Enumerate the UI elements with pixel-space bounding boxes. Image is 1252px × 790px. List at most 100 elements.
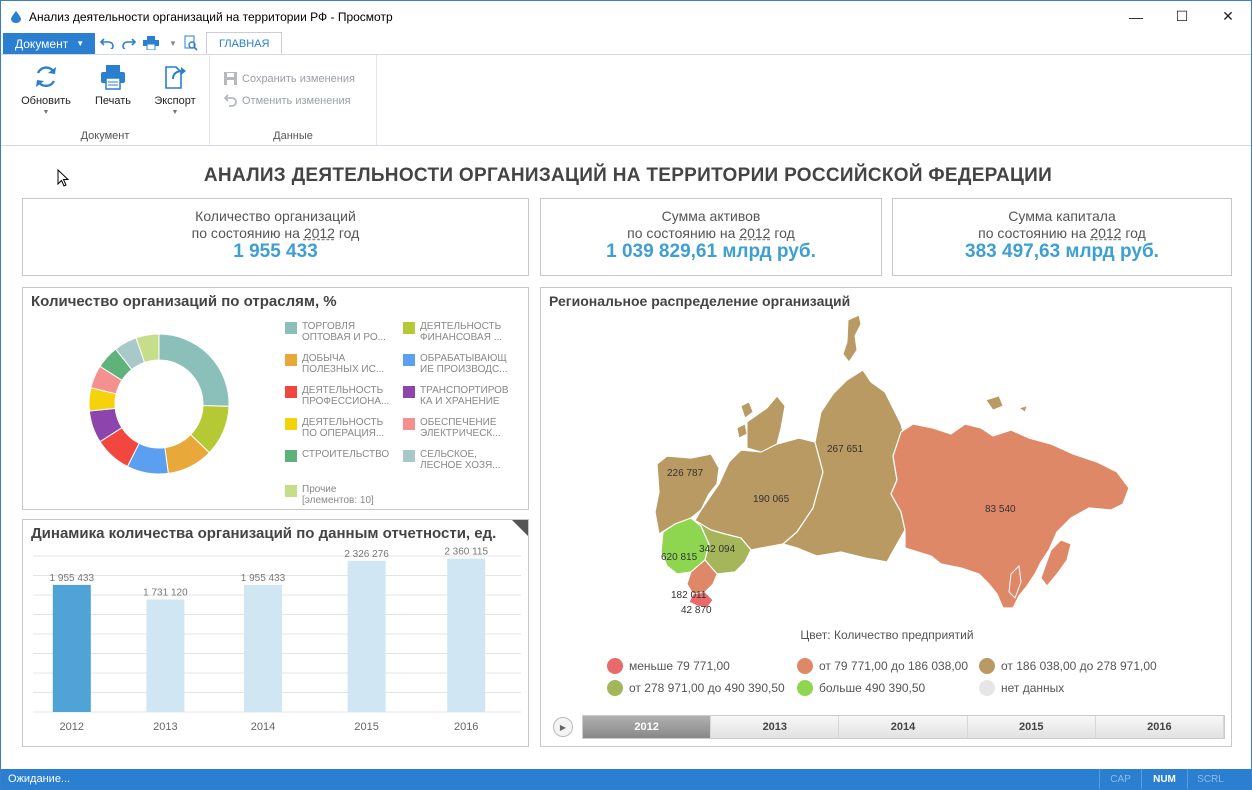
legend-label: СТРОИТЕЛЬСТВО [302,449,390,460]
timeline-year-2013[interactable]: 2013 [711,716,840,738]
kpi-year[interactable]: 2012 [739,225,770,241]
preview-icon[interactable] [181,34,201,52]
ribbon-group-data-label: Данные [273,130,313,142]
chevron-down-icon: ▼ [42,109,50,116]
kpi-card-organizations: Количество организаций по состоянию на 2… [22,198,529,276]
legend-item[interactable]: ДЕЯТЕЛЬНОСТЬ ФИНАНСОВАЯ ... [403,321,502,343]
window-title: Анализ деятельности организаций на терри… [29,9,393,24]
legend-swatch [285,485,297,497]
legend-label: ТОРГОВЛЯ ОПТОВАЯ И РО... [302,321,386,343]
legend-dot-icon [797,680,813,696]
kpi-year[interactable]: 2012 [1090,225,1121,241]
map-legend-label: от 186 038,00 до 278 971,00 [1001,659,1157,673]
cancel-changes-button[interactable]: Отменить изменения [224,94,351,107]
kpi-label: Сумма активов [661,208,761,224]
bar-value-label: 1 955 433 [50,573,95,584]
legend-dot-icon [797,658,813,674]
timeline-year-2016[interactable]: 2016 [1096,716,1225,738]
legend-swatch [285,386,297,398]
save-changes-button[interactable]: Сохранить изменения [224,72,355,85]
legend-item[interactable]: ОБРАБАТЫВАЮЩ ИЕ ПРОИЗВОДС... [403,353,508,375]
legend-item[interactable]: ДЕЯТЕЛЬНОСТЬ ПРОФЕССИОНА... [285,385,389,407]
bar[interactable] [146,599,185,712]
map-legend-item[interactable]: от 278 971,00 до 490 390,50 [607,680,785,696]
legend-item[interactable]: Прочие [элементов: 10] [285,484,374,506]
dynamics-bar-chart: 1 955 433 2012 1 731 120 2013 1 955 433 2014 2… [33,547,521,733]
legend-swatch [403,354,415,366]
legend-item[interactable]: СТРОИТЕЛЬСТВО [285,449,389,462]
ribbon-panel: Обновить ▼ Печать Экспорт ▼ Документ Сох… [1,54,1251,146]
dynamics-title: Динамика количества организаций по данны… [31,525,497,542]
print-quick-icon[interactable] [141,34,161,52]
map-legend-item[interactable]: от 79 771,00 до 186 038,00 [797,658,968,674]
legend-swatch [403,322,415,334]
bar[interactable] [347,560,386,712]
refresh-button[interactable]: Обновить ▼ [16,63,76,116]
bar-value-label: 2 360 115 [444,547,488,558]
legend-item[interactable]: ОБЕСПЕЧЕНИЕ ЭЛЕКТРИЧЕСК... [403,417,501,439]
map-legend-item[interactable]: нет данных [979,680,1064,696]
panel-corner-marker[interactable] [512,520,528,536]
bar[interactable] [244,584,282,712]
close-button[interactable]: ✕ [1205,1,1251,32]
legend-item[interactable]: ДОБЫЧА ПОЛЕЗНЫХ ИС... [285,353,384,375]
redo-icon[interactable] [119,34,139,52]
year-timeline: ▶ 2012 2013 2014 2015 2016 [553,715,1225,739]
legend-swatch [403,418,415,430]
legend-swatch [285,450,297,462]
export-label: Экспорт [154,95,196,107]
kpi-card-assets: Сумма активов по состоянию на 2012 год 1… [540,198,882,276]
map-legend-item[interactable]: от 186 038,00 до 278 971,00 [979,658,1157,674]
legend-label: ОБЕСПЕЧЕНИЕ ЭЛЕКТРИЧЕСК... [420,417,501,439]
legend-label: ДЕЯТЕЛЬНОСТЬ ФИНАНСОВАЯ ... [420,321,503,343]
chevron-down-icon: ▼ [76,39,85,48]
timeline-year-2014[interactable]: 2014 [839,716,968,738]
kpi-year[interactable]: 2012 [304,225,335,241]
industries-title: Количество организаций по отраслям, % [31,293,337,310]
export-icon [165,66,186,89]
legend-item[interactable]: ДЕЯТЕЛЬНОСТЬ ПО ОПЕРАЦИЯ... [285,417,384,439]
legend-dot-icon [979,680,995,696]
bar[interactable] [447,558,486,712]
legend-item[interactable]: СЕЛЬСКОЕ, ЛЕСНОЕ ХОЗЯ... [403,449,501,471]
legend-item[interactable]: ТОРГОВЛЯ ОПТОВАЯ И РО... [285,321,386,343]
kpi-subtitle: по состоянию на 2012 год [627,225,795,241]
map-color-caption: Цвет: Количество предприятий [800,628,974,642]
map-panel: Региональное распределение организаций 2… [540,287,1232,747]
report-canvas: АНАЛИЗ ДЕЯТЕЛЬНОСТИ ОРГАНИЗАЦИЙ НА ТЕРРИ… [1,147,1251,769]
timeline-year-2012[interactable]: 2012 [583,716,712,738]
tab-home[interactable]: ГЛАВНАЯ [206,32,283,55]
timeline-track: 2012 2013 2014 2015 2016 [582,715,1225,739]
legend-label: ТРАНСПОРТИРОВ КА И ХРАНЕНИЕ [420,385,509,407]
map-legend-item[interactable]: больше 490 390,50 [797,680,925,696]
save-changes-label: Сохранить изменения [242,72,355,85]
map-legend-label: нет данных [1001,681,1065,695]
quick-access-dropdown-icon[interactable]: ▼ [163,34,183,52]
map-region-label: 42 870 [681,605,712,616]
ribbon-group-data: Сохранить изменения Отменить изменения Д… [210,55,377,145]
document-menu-button[interactable]: Документ ▼ [3,33,95,54]
timeline-year-2015[interactable]: 2015 [968,716,1096,738]
legend-dot-icon [979,658,995,674]
legend-label: ДЕЯТЕЛЬНОСТЬ ПРОФЕССИОНА... [302,385,390,407]
print-button[interactable]: Печать [83,63,143,107]
num-lock-indicator: NUM [1141,769,1187,789]
report-title: АНАЛИЗ ДЕЯТЕЛЬНОСТИ ОРГАНИЗАЦИЙ НА ТЕРРИ… [203,165,1053,186]
legend-label: СЕЛЬСКОЕ, ЛЕСНОЕ ХОЗЯ... [420,449,501,471]
donut-slice[interactable] [158,333,230,407]
legend-item[interactable]: ТРАНСПОРТИРОВ КА И ХРАНЕНИЕ [403,385,509,407]
map-legend-item[interactable]: меньше 79 771,00 [607,658,730,674]
ribbon-group-document-label: Документ [80,130,130,142]
maximize-button[interactable]: ☐ [1159,1,1205,32]
map-region-label: 182 011 [671,590,707,601]
map-region-north-islands [842,314,862,363]
x-tick-label: 2014 [251,721,275,733]
refresh-label: Обновить [21,95,71,107]
undo-icon[interactable] [97,34,117,52]
minimize-button[interactable]: — [1113,1,1159,32]
undo-icon [224,94,237,107]
play-icon[interactable]: ▶ [553,717,573,737]
bar[interactable] [52,584,91,712]
legend-swatch [285,354,297,366]
export-button[interactable]: Экспорт ▼ [145,63,205,116]
